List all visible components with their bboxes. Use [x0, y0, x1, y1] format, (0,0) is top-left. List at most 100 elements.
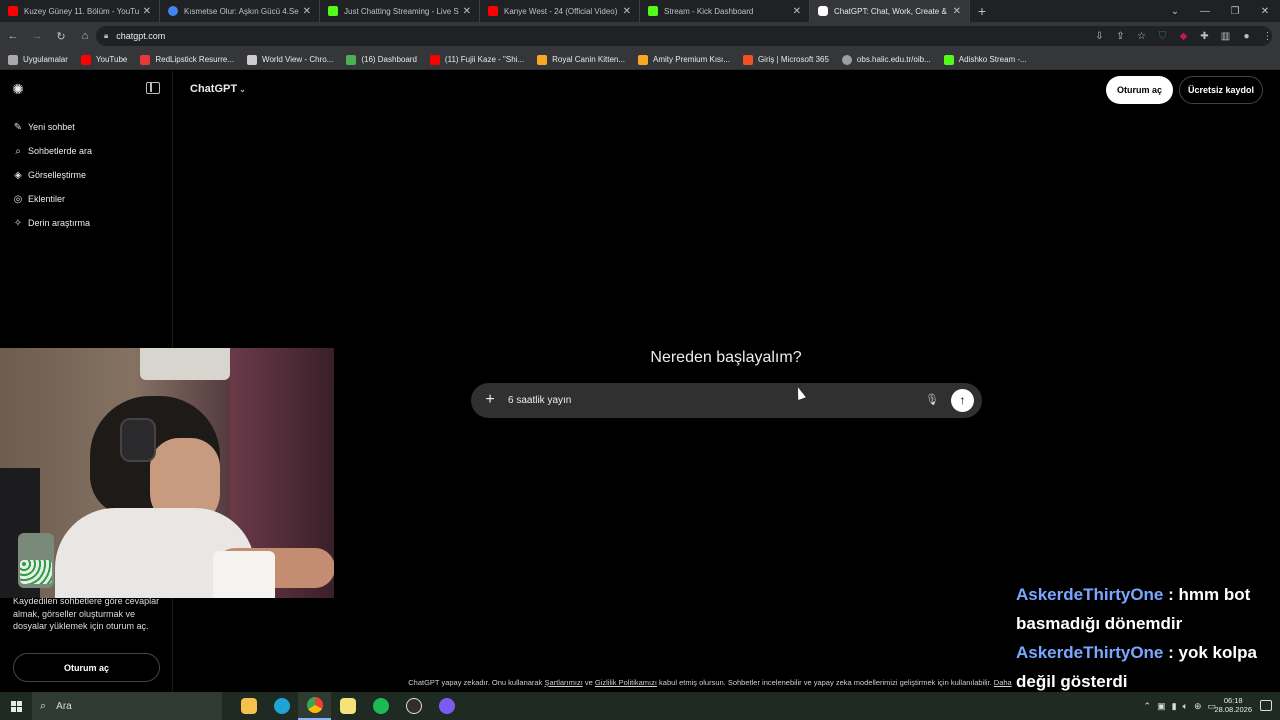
apps-grid-icon [8, 54, 18, 65]
home-icon[interactable]: ⌂ [74, 25, 96, 47]
more-link[interactable]: Daha [994, 678, 1012, 687]
bookmark-item[interactable]: (16) Dashboard [346, 54, 417, 65]
browser-tab[interactable]: Stream - Kick Dashboard ✕ [640, 0, 810, 22]
chrome-browser-icon[interactable] [298, 692, 331, 720]
profile-icon[interactable]: ● [1238, 26, 1255, 46]
network-icon[interactable]: ⊕ [1194, 701, 1202, 712]
bookmark-star-icon[interactable]: ☆ [1133, 26, 1150, 46]
privacy-link[interactable]: Gizlilik Politikamızı [595, 678, 657, 687]
model-label: ChatGPT [190, 83, 238, 95]
bookmark-item[interactable]: RedLipstick Resurre... [140, 54, 235, 65]
bookmark-item[interactable]: World View - Chro... [247, 54, 334, 65]
bookmark-item[interactable]: Amity Premium Kısı... [638, 54, 730, 65]
youtube-favicon-icon [488, 6, 498, 16]
browser-tab[interactable]: Kısmetse Olur: Aşkın Gücü 4.Sezon ✕ [160, 0, 320, 22]
attach-plus-icon[interactable]: + [483, 390, 497, 410]
volume-icon[interactable]: 🔈︎ [1183, 701, 1188, 712]
back-arrow-icon[interactable]: ← [2, 25, 24, 47]
bookmark-label: RedLipstick Resurre... [155, 55, 235, 64]
prompt-composer[interactable]: + 6 saatlik yayın 🎙︎ ↑ [471, 383, 982, 418]
send-arrow-icon[interactable]: ↑ [951, 389, 974, 412]
extensions-puzzle-icon[interactable]: ✚ [1196, 26, 1213, 46]
disclaimer-text: ve [582, 678, 595, 687]
forward-arrow-icon[interactable]: → [26, 25, 48, 47]
browser-tab[interactable]: Just Chatting Streaming - Live Stream ✕ [320, 0, 480, 22]
site-favicon-icon [168, 6, 178, 16]
taskbar-search-label: Ara [56, 700, 72, 712]
notification-icon[interactable] [1260, 700, 1272, 711]
tab-title: Just Chatting Streaming - Live Stream [344, 6, 459, 16]
close-tab-icon[interactable]: ✕ [143, 6, 151, 17]
sidebar-nav: ✎ Yeni sohbet ⌕ Sohbetlerde ara ◈ Görselleş… [0, 115, 173, 235]
close-window-icon[interactable]: ✕ [1250, 0, 1280, 22]
sidebar-item-deep-research[interactable]: ✧ Derin araştırma [0, 211, 173, 235]
discord-icon[interactable] [430, 692, 463, 720]
model-selector[interactable]: ChatGPT ⌄ [190, 83, 246, 95]
obs-studio-icon[interactable] [397, 692, 430, 720]
kick-favicon-icon [648, 6, 658, 16]
youtube-favicon-icon [80, 54, 91, 65]
site-favicon-icon [346, 54, 357, 65]
install-app-icon[interactable]: ⇩ [1091, 26, 1108, 46]
login-button[interactable]: Oturum aç [1106, 76, 1173, 104]
disclaimer-text: kabul etmiş olursun. Sohbetler inceleneb… [656, 678, 994, 687]
tab-search-icon[interactable]: ⌄ [1160, 0, 1190, 22]
extension-icon[interactable]: ◆ [1175, 26, 1192, 46]
prompt-input[interactable]: 6 saatlik yayın [508, 383, 571, 418]
microphone-icon[interactable]: 🎙︎ [925, 391, 939, 409]
image-icon: ◈ [14, 169, 22, 181]
browser-tab-active[interactable]: ChatGPT: Chat, Work, Create & Code ✕ [810, 0, 970, 22]
restore-icon[interactable]: ❐ [1220, 0, 1250, 22]
bookmark-item[interactable]: Adishko Stream -... [943, 54, 1027, 65]
sidebar-item-new-chat[interactable]: ✎ Yeni sohbet [0, 115, 173, 139]
chat-username: AskerdeThirtyOne [1016, 643, 1164, 662]
sidebar-item-plugins[interactable]: ◎ Eklentiler [0, 187, 173, 211]
battery-icon[interactable]: ▮ [1172, 701, 1177, 712]
browser-tab[interactable]: Kanye West - 24 (Official Video) ✕ [480, 0, 640, 22]
minimize-icon[interactable]: — [1190, 0, 1220, 22]
new-tab-icon[interactable]: + [970, 0, 994, 22]
close-tab-icon[interactable]: ✕ [463, 6, 471, 17]
bookmark-label: World View - Chro... [262, 55, 334, 64]
chevron-down-icon: ⌄ [239, 85, 246, 94]
bookmark-youtube[interactable]: YouTube [80, 54, 127, 65]
more-menu-icon[interactable]: ⋮ [1259, 26, 1276, 46]
side-panel-icon[interactable]: ▥ [1217, 26, 1234, 46]
signup-button[interactable]: Ücretsiz kaydol [1179, 76, 1263, 104]
close-tab-icon[interactable]: ✕ [303, 6, 311, 17]
windows-start-icon[interactable] [0, 692, 32, 720]
spotify-icon[interactable] [364, 692, 397, 720]
reload-icon[interactable]: ↻ [50, 25, 72, 47]
sidebar-item-search[interactable]: ⌕ Sohbetlerde ara [0, 139, 173, 163]
bookmark-item[interactable]: (11) Fujii Kaze - "Shi... [429, 54, 524, 65]
edge-browser-icon[interactable] [265, 692, 298, 720]
bookmark-label: obs.halic.edu.tr/oib... [856, 55, 931, 64]
bookmark-item[interactable]: Giriş | Microsoft 365 [742, 54, 829, 65]
openai-logo-icon[interactable]: ✺ [10, 81, 26, 97]
bookmark-item[interactable]: obs.halic.edu.tr/oib... [841, 54, 931, 65]
sidebar-login-button[interactable]: Oturum aç [13, 653, 160, 682]
system-tray: ⌃ ▣ ▮ 🔈︎ ⊕ ▭ [1144, 692, 1216, 720]
bookmark-label: Uygulamalar [23, 55, 68, 64]
taskbar-clock[interactable]: 06:18 28.08.2026 [1214, 696, 1252, 714]
browser-tab[interactable]: Kuzey Güney 11. Bölüm - YouTube ✕ [0, 0, 160, 22]
sidebar-item-images[interactable]: ◈ Görselleştirme [0, 163, 173, 187]
shield-extension-icon[interactable]: ⛉ [1154, 26, 1171, 46]
notes-app-icon[interactable] [331, 692, 364, 720]
webcam-cup [213, 551, 275, 598]
sidebar-toggle-icon[interactable] [146, 82, 160, 94]
youtube-favicon-icon [429, 54, 440, 65]
bookmark-apps[interactable]: Uygulamalar [8, 54, 68, 65]
close-tab-icon[interactable]: ✕ [953, 6, 961, 17]
close-tab-icon[interactable]: ✕ [793, 6, 801, 17]
close-tab-icon[interactable]: ✕ [623, 6, 631, 17]
file-explorer-icon[interactable] [232, 692, 265, 720]
toolbar-icons: ⇩ ⇪ ☆ ⛉ ◆ ✚ ▥ ● ⋮ [1091, 26, 1276, 46]
show-hidden-icons-icon[interactable]: ⌃ [1144, 701, 1152, 712]
taskbar-search[interactable]: ⌕ Ara [32, 692, 222, 720]
tray-app-icon[interactable]: ▣ [1157, 701, 1166, 712]
share-icon[interactable]: ⇪ [1112, 26, 1129, 46]
bookmark-item[interactable]: Royal Canin Kitten... [537, 54, 625, 65]
chat-username: AskerdeThirtyOne [1016, 585, 1164, 604]
terms-link[interactable]: Şartlarımızı [544, 678, 582, 687]
